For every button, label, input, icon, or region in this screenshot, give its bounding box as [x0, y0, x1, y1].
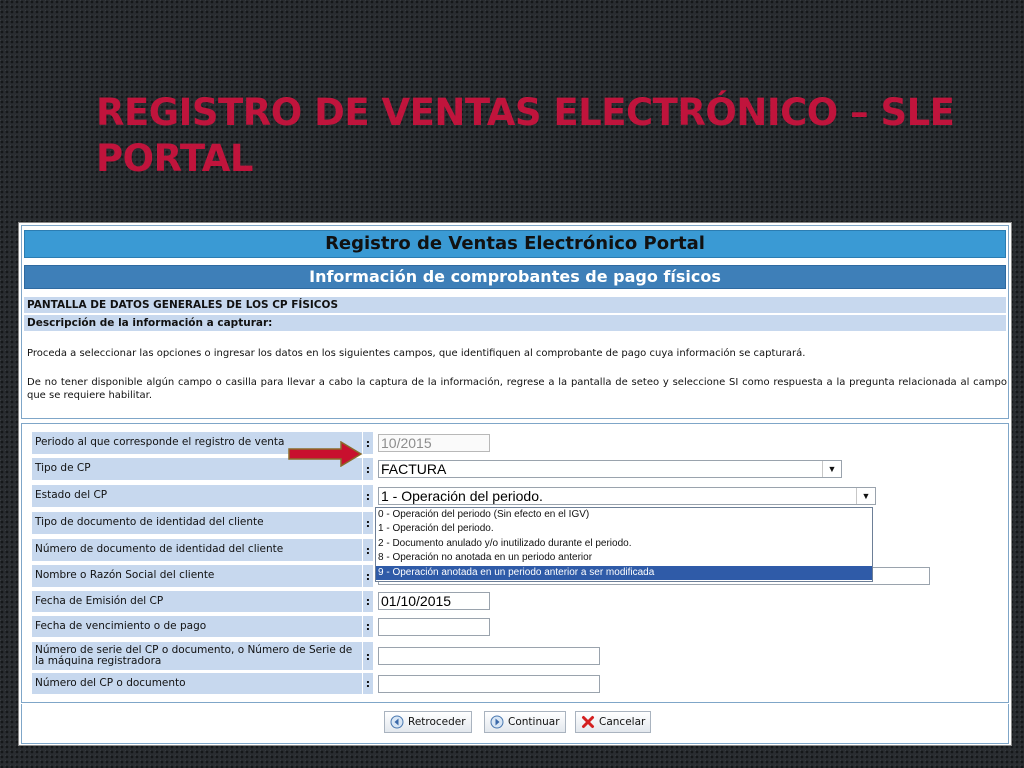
info-panel: Registro de Ventas Electrónico Portal In… [21, 225, 1009, 419]
estado-cp-select[interactable]: 1 - Operación del periodo. ▼ [378, 487, 876, 505]
next-button[interactable]: Continuar [484, 711, 566, 733]
app-header: Registro de Ventas Electrónico Portal [24, 230, 1006, 258]
back-button[interactable]: Retroceder [384, 711, 472, 733]
circle-arrow-right-icon [490, 715, 504, 729]
periodo-field: 10/2015 [378, 434, 490, 452]
field-label-estado-cp: Estado del CP [32, 485, 362, 507]
slide-title: REGISTRO DE VENTAS ELECTRÓNICO – SLE POR… [96, 90, 976, 182]
field-colon: : [363, 432, 373, 454]
next-button-label: Continuar [508, 716, 560, 728]
back-button-label: Retroceder [408, 716, 466, 728]
num-serie-input[interactable] [378, 647, 600, 665]
estado-cp-select-value: 1 - Operación del periodo. [381, 488, 543, 504]
red-x-icon [581, 715, 595, 729]
tipo-cp-select-value: FACTURA [381, 461, 447, 477]
field-colon: : [363, 591, 373, 612]
fecha-emision-input[interactable]: 01/10/2015 [378, 592, 490, 610]
estado-cp-option[interactable]: 2 - Documento anulado y/o inutilizado du… [376, 537, 872, 551]
field-label-num-serie: Número de serie del CP o documento, o Nú… [32, 642, 362, 670]
circle-arrow-left-icon [390, 715, 404, 729]
app-subheader: Información de comprobantes de pago físi… [24, 265, 1006, 289]
chevron-down-icon[interactable]: ▼ [856, 488, 875, 504]
field-colon: : [363, 673, 373, 694]
form-row-periodo: Periodo al que corresponde el registro d… [22, 432, 1008, 454]
field-colon: : [363, 458, 373, 480]
field-colon: : [363, 512, 373, 534]
field-label-tipo-doc: Tipo de documento de identidad del clien… [32, 512, 362, 534]
estado-cp-option[interactable]: 1 - Operación del periodo. [376, 522, 872, 536]
cancel-button-label: Cancelar [599, 716, 646, 728]
section-title: PANTALLA DE DATOS GENERALES DE LOS CP FÍ… [24, 297, 1006, 313]
tipo-cp-select[interactable]: FACTURA ▼ [378, 460, 842, 478]
field-label-fecha-emision: Fecha de Emisión del CP [32, 591, 362, 612]
cancel-button[interactable]: Cancelar [575, 711, 652, 733]
num-cp-input[interactable] [378, 675, 600, 693]
form-row-tipo-cp: Tipo de CP : FACTURA ▼ [22, 458, 1008, 480]
section-description: Descripción de la información a capturar… [24, 315, 1006, 331]
form-row-num-serie: Número de serie del CP o documento, o Nú… [22, 642, 1008, 670]
chevron-down-icon[interactable]: ▼ [822, 461, 841, 477]
field-colon: : [363, 539, 373, 561]
field-colon: : [363, 642, 373, 670]
form-row-fecha-venc: Fecha de vencimiento o de pago : [22, 616, 1008, 637]
form-row-fecha-emision: Fecha de Emisión del CP : 01/10/2015 [22, 591, 1008, 612]
field-colon: : [363, 485, 373, 507]
field-colon: : [363, 565, 373, 587]
estado-cp-option[interactable]: 0 - Operación del periodo (Sin efecto en… [376, 508, 872, 522]
slide-title-line-1: REGISTRO DE VENTAS ELECTRÓNICO – SLE [96, 91, 955, 134]
form-row-num-cp: Número del CP o documento : [22, 673, 1008, 694]
slide-title-line-2: PORTAL [96, 137, 253, 180]
application-screenshot: Registro de Ventas Electrónico Portal In… [18, 222, 1012, 746]
estado-cp-dropdown-list: 0 - Operación del periodo (Sin efecto en… [375, 507, 873, 582]
instructions-paragraph-1: Proceda a seleccionar las opciones o ing… [27, 348, 806, 359]
estado-cp-option-highlighted[interactable]: 9 - Operación anotada en un periodo ante… [376, 565, 872, 580]
button-bar: Retroceder Continuar Cancelar [21, 704, 1009, 744]
estado-cp-option[interactable]: 8 - Operación no anotada en un periodo a… [376, 551, 872, 565]
fecha-venc-input[interactable] [378, 618, 490, 636]
instructions-paragraph-2: De no tener disponible algún campo o cas… [27, 377, 1007, 401]
field-colon: : [363, 616, 373, 637]
field-label-num-doc: Número de documento de identidad del cli… [32, 539, 362, 561]
field-label-razon-social: Nombre o Razón Social del cliente [32, 565, 362, 587]
form-row-estado-cp: Estado del CP : 1 - Operación del period… [22, 485, 1008, 507]
field-label-num-cp: Número del CP o documento [32, 673, 362, 694]
field-label-fecha-venc: Fecha de vencimiento o de pago [32, 616, 362, 637]
annotation-arrow-icon [288, 441, 363, 467]
